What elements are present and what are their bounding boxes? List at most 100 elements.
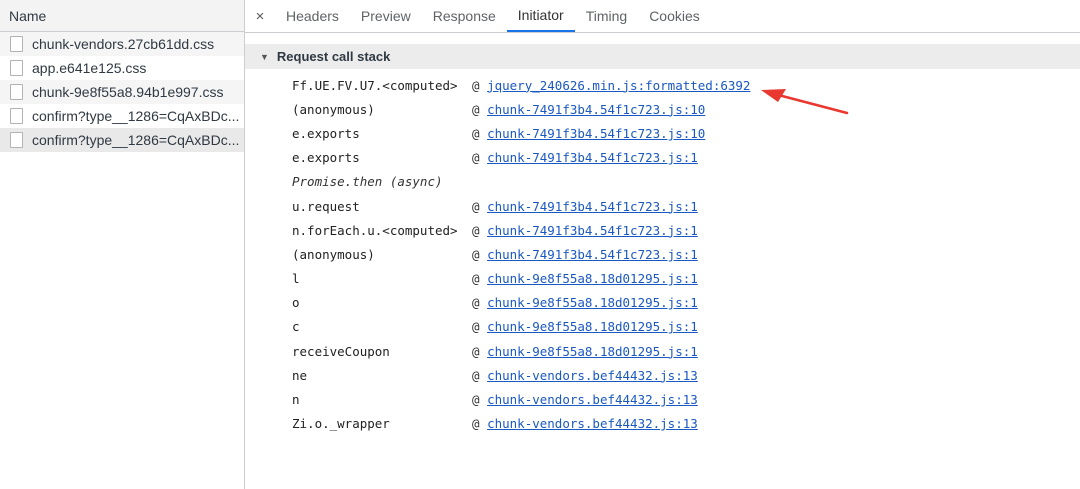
frame-at-sign: @	[472, 319, 480, 335]
request-row-selected[interactable]: confirm?type__1286=CqAxBDc...	[0, 128, 244, 152]
file-icon	[10, 84, 23, 100]
call-stack-list: Ff.UE.FV.U7.<computed> @ jquery_240626.mi…	[245, 73, 1080, 436]
frame-location: @ chunk-7491f3b4.54f1c723.js:10	[472, 102, 705, 117]
call-stack-title: Request call stack	[276, 49, 391, 64]
call-stack-frame: (anonymous) @ chunk-7491f3b4.54f1c723.js:…	[245, 242, 1080, 266]
request-name: confirm?type__1286=CqAxBDc...	[32, 108, 240, 124]
frame-location: @ chunk-7491f3b4.54f1c723.js:1	[472, 150, 698, 165]
file-icon	[10, 36, 23, 52]
frame-function-name: o	[292, 295, 300, 311]
tab-headers[interactable]: Headers	[275, 0, 350, 32]
detail-tabbar: × Headers Preview Response Initiator Tim…	[245, 0, 1080, 33]
call-stack-frame: e.exports @ chunk-7491f3b4.54f1c723.js:1	[245, 146, 1080, 170]
request-name: chunk-9e8f55a8.94b1e997.css	[32, 84, 224, 100]
call-stack-frame: n.forEach.u.<computed> @ chunk-7491f3b4.5…	[245, 218, 1080, 242]
file-icon	[10, 60, 23, 76]
file-icon	[10, 132, 23, 148]
name-column-header[interactable]: Name	[0, 0, 244, 32]
request-name: confirm?type__1286=CqAxBDc...	[32, 132, 240, 148]
frame-location: @ chunk-7491f3b4.54f1c723.js:1	[472, 199, 698, 214]
request-list-panel: Name chunk-vendors.27cb61dd.css app.e641…	[0, 0, 245, 489]
request-row[interactable]: confirm?type__1286=CqAxBDc...	[0, 104, 244, 128]
source-link[interactable]: chunk-9e8f55a8.18d01295.js:1	[487, 295, 698, 310]
frame-function-name: receiveCoupon	[292, 343, 390, 359]
frame-function-name: n	[292, 392, 300, 408]
call-stack-section-header[interactable]: ▼ Request call stack	[245, 44, 1080, 69]
call-stack-frame: Ff.UE.FV.U7.<computed> @ jquery_240626.mi…	[245, 73, 1080, 97]
frame-function-name: u.request	[292, 198, 360, 214]
close-icon[interactable]: ×	[245, 8, 275, 25]
source-link[interactable]: chunk-7491f3b4.54f1c723.js:10	[487, 102, 705, 117]
frame-function-name: n.forEach.u.<computed>	[292, 222, 458, 238]
frame-at-sign: @	[472, 343, 480, 359]
frame-location: @ chunk-9e8f55a8.18d01295.js:1	[472, 271, 698, 286]
tab-cookies[interactable]: Cookies	[638, 0, 711, 32]
source-link[interactable]: chunk-7491f3b4.54f1c723.js:1	[487, 199, 698, 214]
call-stack-frame: c @ chunk-9e8f55a8.18d01295.js:1	[245, 315, 1080, 339]
async-boundary-label: Promise.then (async)	[292, 174, 443, 190]
frame-at-sign: @	[472, 367, 480, 383]
frame-at-sign: @	[472, 222, 480, 238]
frame-location: @ chunk-7491f3b4.54f1c723.js:1	[472, 247, 698, 262]
frame-location: @ chunk-9e8f55a8.18d01295.js:1	[472, 319, 698, 334]
request-row[interactable]: chunk-vendors.27cb61dd.css	[0, 32, 244, 56]
frame-location: @ chunk-7491f3b4.54f1c723.js:1	[472, 223, 698, 238]
tab-initiator[interactable]: Initiator	[506, 0, 575, 32]
frame-at-sign: @	[472, 246, 480, 262]
source-link[interactable]: jquery_240626.min.js:formatted:6392	[487, 78, 750, 93]
frame-at-sign: @	[472, 295, 480, 311]
frame-at-sign: @	[472, 392, 480, 408]
call-stack-frame: receiveCoupon @ chunk-9e8f55a8.18d01295.j…	[245, 339, 1080, 363]
call-stack-frame: l @ chunk-9e8f55a8.18d01295.js:1	[245, 267, 1080, 291]
triangle-down-icon: ▼	[260, 51, 269, 62]
frame-function-name: c	[292, 319, 300, 335]
frame-function-name: Zi.o._wrapper	[292, 416, 390, 432]
frame-at-sign: @	[472, 416, 480, 432]
request-name: chunk-vendors.27cb61dd.css	[32, 36, 215, 52]
file-icon	[10, 108, 23, 124]
frame-location: @ chunk-vendors.bef44432.js:13	[472, 416, 698, 431]
tab-response[interactable]: Response	[422, 0, 507, 32]
frame-function-name: ne	[292, 367, 308, 383]
frame-at-sign: @	[472, 125, 480, 141]
source-link[interactable]: chunk-9e8f55a8.18d01295.js:1	[487, 344, 698, 359]
call-stack-frame: Promise.then (async)	[245, 170, 1080, 194]
frame-location: @ jquery_240626.min.js:formatted:6392	[472, 78, 750, 93]
frame-location: @ chunk-vendors.bef44432.js:13	[472, 392, 698, 407]
call-stack-frame: o @ chunk-9e8f55a8.18d01295.js:1	[245, 291, 1080, 315]
request-row[interactable]: chunk-9e8f55a8.94b1e997.css	[0, 80, 244, 104]
frame-location: @ chunk-9e8f55a8.18d01295.js:1	[472, 295, 698, 310]
request-name: app.e641e125.css	[32, 60, 147, 76]
name-column-label: Name	[9, 7, 47, 24]
tab-timing[interactable]: Timing	[575, 0, 639, 32]
frame-function-name: l	[292, 271, 300, 287]
request-detail-panel: × Headers Preview Response Initiator Tim…	[245, 0, 1080, 489]
frame-location: @ chunk-7491f3b4.54f1c723.js:10	[472, 126, 705, 141]
frame-at-sign: @	[472, 77, 480, 93]
source-link[interactable]: chunk-7491f3b4.54f1c723.js:10	[487, 126, 705, 141]
frame-location: @ chunk-9e8f55a8.18d01295.js:1	[472, 344, 698, 359]
frame-at-sign: @	[472, 198, 480, 214]
source-link[interactable]: chunk-7491f3b4.54f1c723.js:1	[487, 150, 698, 165]
call-stack-frame: (anonymous) @ chunk-7491f3b4.54f1c723.js:…	[245, 97, 1080, 121]
source-link[interactable]: chunk-7491f3b4.54f1c723.js:1	[487, 223, 698, 238]
frame-function-name: e.exports	[292, 125, 360, 141]
source-link[interactable]: chunk-9e8f55a8.18d01295.js:1	[487, 271, 698, 286]
call-stack-frame: Zi.o._wrapper @ chunk-vendors.bef44432.js…	[245, 412, 1080, 436]
frame-at-sign: @	[472, 271, 480, 287]
source-link[interactable]: chunk-vendors.bef44432.js:13	[487, 368, 698, 383]
call-stack-frame: ne @ chunk-vendors.bef44432.js:13	[245, 363, 1080, 387]
frame-function-name: e.exports	[292, 150, 360, 166]
frame-function-name: Ff.UE.FV.U7.<computed>	[292, 77, 458, 93]
request-row[interactable]: app.e641e125.css	[0, 56, 244, 80]
call-stack-frame: n @ chunk-vendors.bef44432.js:13	[245, 387, 1080, 411]
call-stack-frame: e.exports @ chunk-7491f3b4.54f1c723.js:10	[245, 121, 1080, 145]
frame-function-name: (anonymous)	[292, 101, 375, 117]
source-link[interactable]: chunk-9e8f55a8.18d01295.js:1	[487, 319, 698, 334]
source-link[interactable]: chunk-7491f3b4.54f1c723.js:1	[487, 247, 698, 262]
source-link[interactable]: chunk-vendors.bef44432.js:13	[487, 392, 698, 407]
frame-location: @ chunk-vendors.bef44432.js:13	[472, 368, 698, 383]
tab-preview[interactable]: Preview	[350, 0, 422, 32]
source-link[interactable]: chunk-vendors.bef44432.js:13	[487, 416, 698, 431]
frame-function-name: (anonymous)	[292, 246, 375, 262]
